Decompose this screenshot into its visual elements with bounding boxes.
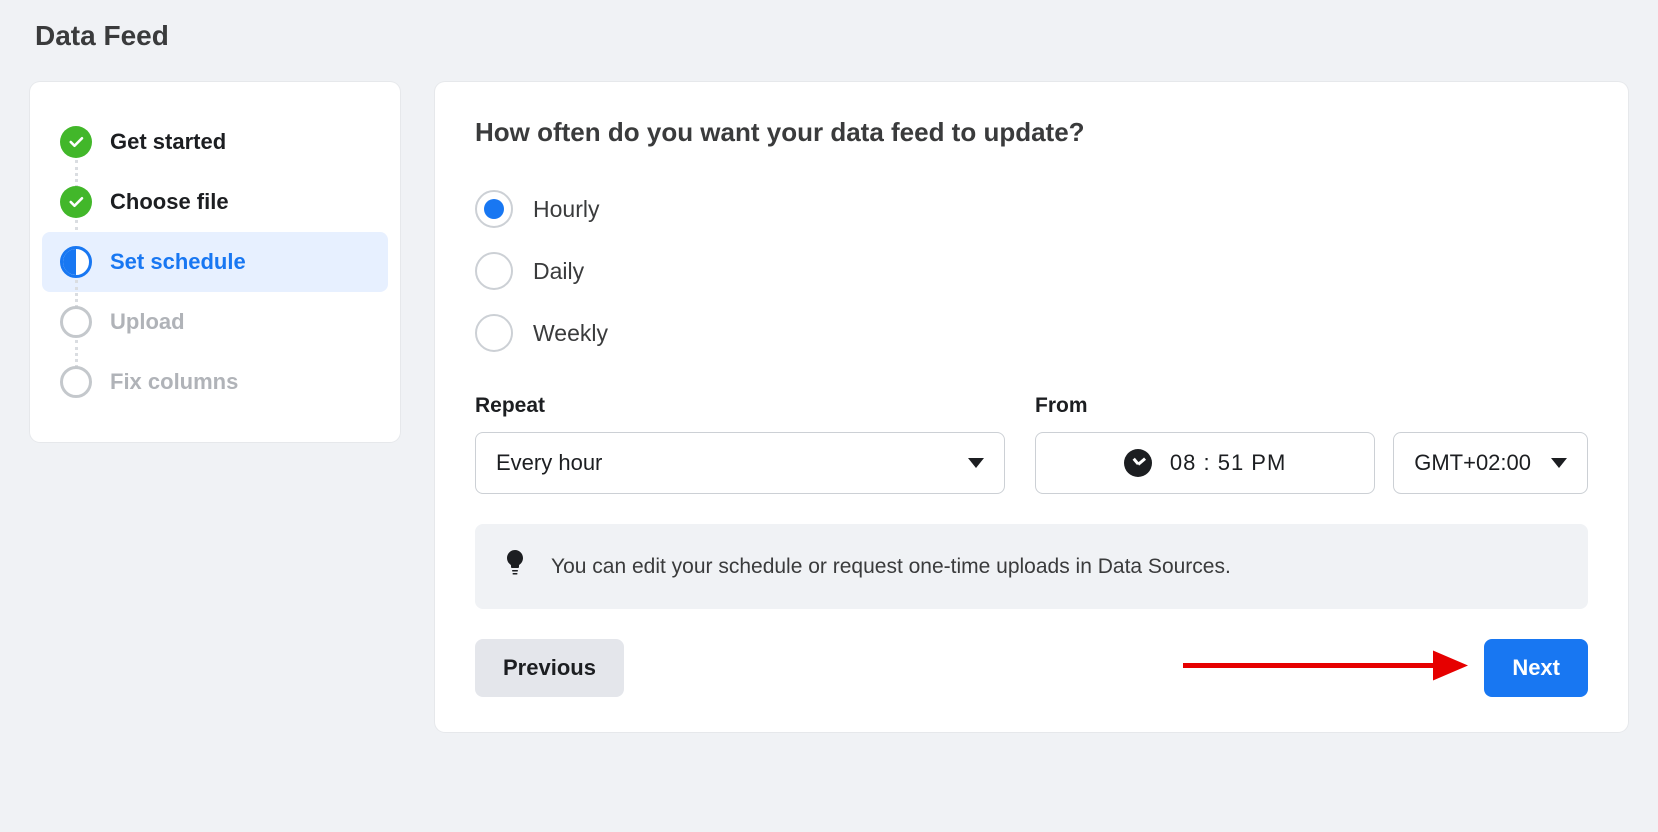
sidebar: Get started Choose file Set schedule Upl… bbox=[30, 82, 400, 442]
timezone-select[interactable]: GMT+02:00 bbox=[1393, 432, 1588, 494]
step-set-schedule[interactable]: Set schedule bbox=[42, 232, 388, 292]
check-circle-icon bbox=[60, 126, 92, 158]
repeat-field: Repeat Every hour bbox=[475, 394, 1005, 494]
timezone-value: GMT+02:00 bbox=[1414, 450, 1531, 476]
info-box: You can edit your schedule or request on… bbox=[475, 524, 1588, 609]
step-fix-columns[interactable]: Fix columns bbox=[42, 352, 388, 412]
next-button[interactable]: Next bbox=[1484, 639, 1588, 697]
from-label: From bbox=[1035, 394, 1588, 418]
half-circle-icon bbox=[60, 246, 92, 278]
next-wrapper: Next bbox=[1484, 639, 1588, 697]
time-input[interactable]: 08 : 51 PM bbox=[1035, 432, 1375, 494]
from-controls: 08 : 51 PM GMT+02:00 bbox=[1035, 432, 1588, 494]
clock-icon bbox=[1124, 449, 1152, 477]
page-title: Data Feed bbox=[35, 20, 1628, 52]
frequency-radio-group: Hourly Daily Weekly bbox=[475, 178, 1588, 364]
main-panel: How often do you want your data feed to … bbox=[435, 82, 1628, 732]
lightbulb-icon bbox=[503, 548, 527, 585]
radio-weekly[interactable]: Weekly bbox=[475, 302, 1588, 364]
chevron-down-icon bbox=[1551, 458, 1567, 468]
step-choose-file[interactable]: Choose file bbox=[42, 172, 388, 232]
step-label: Get started bbox=[110, 129, 226, 155]
radio-hourly[interactable]: Hourly bbox=[475, 178, 1588, 240]
repeat-select[interactable]: Every hour bbox=[475, 432, 1005, 494]
step-label: Set schedule bbox=[110, 249, 246, 275]
radio-label: Daily bbox=[533, 258, 584, 285]
step-label: Upload bbox=[110, 309, 185, 335]
arrow-icon bbox=[1178, 641, 1468, 691]
layout: Get started Choose file Set schedule Upl… bbox=[30, 82, 1628, 732]
step-label: Choose file bbox=[110, 189, 229, 215]
field-row: Repeat Every hour From 08 : 51 PM GMT+02… bbox=[475, 394, 1588, 494]
button-row: Previous Next bbox=[475, 639, 1588, 697]
step-label: Fix columns bbox=[110, 369, 238, 395]
radio-circle-icon bbox=[475, 190, 513, 228]
schedule-question: How often do you want your data feed to … bbox=[475, 117, 1588, 148]
arrow-annotation bbox=[1178, 641, 1468, 696]
radio-circle-icon bbox=[475, 252, 513, 290]
step-get-started[interactable]: Get started bbox=[42, 112, 388, 172]
radio-label: Weekly bbox=[533, 320, 608, 347]
empty-circle-icon bbox=[60, 306, 92, 338]
info-text: You can edit your schedule or request on… bbox=[551, 555, 1231, 579]
time-value: 08 : 51 PM bbox=[1170, 450, 1286, 476]
radio-label: Hourly bbox=[533, 196, 599, 223]
previous-button[interactable]: Previous bbox=[475, 639, 624, 697]
repeat-value: Every hour bbox=[496, 450, 602, 476]
repeat-label: Repeat bbox=[475, 394, 1005, 418]
from-field: From 08 : 51 PM GMT+02:00 bbox=[1035, 394, 1588, 494]
step-upload[interactable]: Upload bbox=[42, 292, 388, 352]
radio-daily[interactable]: Daily bbox=[475, 240, 1588, 302]
empty-circle-icon bbox=[60, 366, 92, 398]
radio-circle-icon bbox=[475, 314, 513, 352]
chevron-down-icon bbox=[968, 458, 984, 468]
check-circle-icon bbox=[60, 186, 92, 218]
